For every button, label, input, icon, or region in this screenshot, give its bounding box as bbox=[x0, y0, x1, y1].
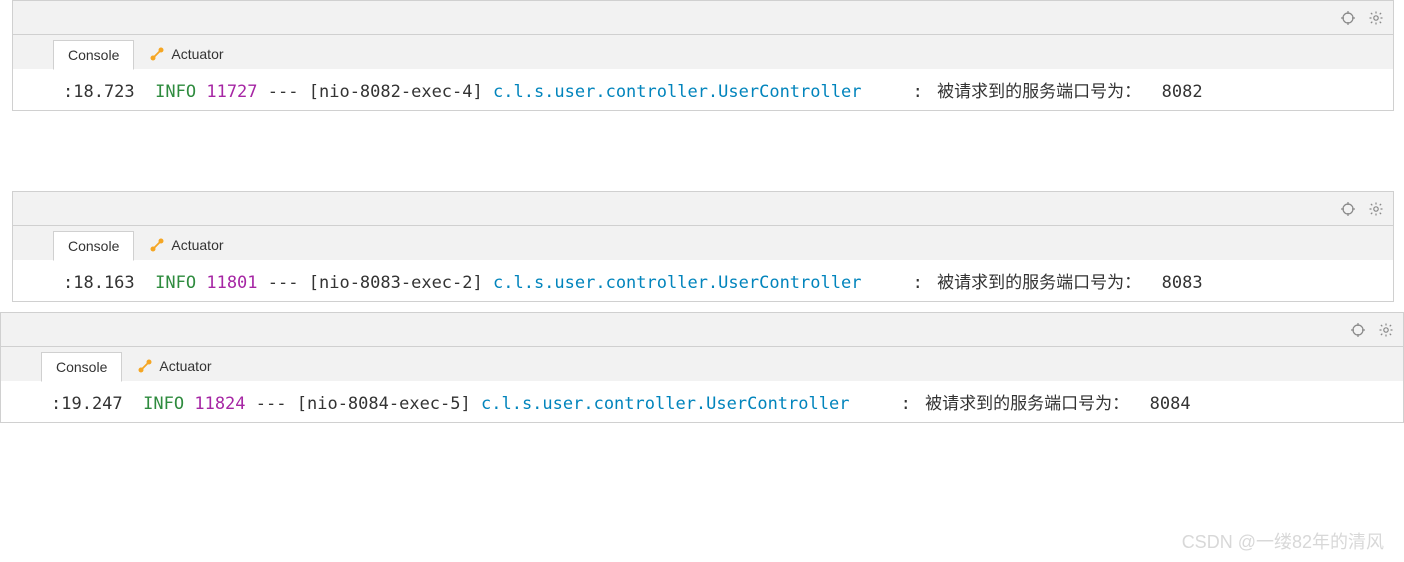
log-message: 被请求到的服务端口号为： bbox=[933, 77, 1141, 102]
tab-label: Console bbox=[68, 47, 119, 63]
tab-label: Actuator bbox=[171, 46, 223, 62]
tab-actuator[interactable]: Actuator bbox=[134, 230, 238, 260]
log-separator: --- bbox=[268, 273, 299, 293]
tab-actuator[interactable]: Actuator bbox=[134, 39, 238, 69]
log-pid: 11801 bbox=[206, 273, 257, 293]
tab-bar: Console Actuator bbox=[13, 226, 1393, 260]
log-line: :19.247 INFO 11824 --- [nio-8084-exec-5]… bbox=[1, 381, 1403, 422]
log-port: 8083 bbox=[1162, 273, 1203, 293]
log-logger: c.l.s.user.controller.UserController bbox=[493, 273, 861, 293]
actuator-icon bbox=[149, 46, 165, 62]
log-line: :18.163 INFO 11801 --- [nio-8083-exec-2]… bbox=[13, 260, 1393, 301]
panel-toolbar bbox=[13, 192, 1393, 226]
log-line: :18.723 INFO 11727 --- [nio-8082-exec-4]… bbox=[13, 69, 1393, 110]
crosshair-icon[interactable] bbox=[1349, 321, 1367, 339]
tab-label: Actuator bbox=[171, 237, 223, 253]
tab-console[interactable]: Console bbox=[41, 352, 122, 382]
log-logger: c.l.s.user.controller.UserController bbox=[493, 82, 861, 102]
log-message: 被请求到的服务端口号为： bbox=[933, 268, 1141, 293]
gear-icon[interactable] bbox=[1367, 9, 1385, 27]
log-level: INFO bbox=[143, 394, 184, 414]
tab-bar: Console Actuator bbox=[13, 35, 1393, 69]
actuator-icon bbox=[149, 237, 165, 253]
tab-label: Console bbox=[68, 238, 119, 254]
log-message: 被请求到的服务端口号为： bbox=[921, 389, 1129, 414]
log-port: 8082 bbox=[1162, 82, 1203, 102]
tab-label: Console bbox=[56, 359, 107, 375]
log-separator: --- bbox=[268, 82, 299, 102]
watermark: CSDN @一缕82年的清风 bbox=[1182, 528, 1384, 554]
panel-toolbar bbox=[13, 1, 1393, 35]
log-timestamp: :18.163 bbox=[63, 273, 135, 293]
panel-toolbar bbox=[1, 313, 1403, 347]
log-separator: --- bbox=[256, 394, 287, 414]
console-panel-3: Console Actuator :19.247 INFO 11824 --- … bbox=[0, 312, 1404, 423]
tab-bar: Console Actuator bbox=[1, 347, 1403, 381]
actuator-icon bbox=[137, 358, 153, 374]
console-panel-1: Console Actuator :18.723 INFO 11727 --- … bbox=[12, 0, 1394, 111]
log-pid: 11824 bbox=[194, 394, 245, 414]
log-timestamp: :19.247 bbox=[51, 394, 123, 414]
gear-icon[interactable] bbox=[1377, 321, 1395, 339]
log-colon: : bbox=[913, 82, 923, 102]
log-thread: [nio-8084-exec-5] bbox=[297, 394, 471, 414]
console-panel-2: Console Actuator :18.163 INFO 11801 --- … bbox=[12, 191, 1394, 302]
log-timestamp: :18.723 bbox=[63, 82, 135, 102]
log-pid: 11727 bbox=[206, 82, 257, 102]
log-level: INFO bbox=[155, 273, 196, 293]
gear-icon[interactable] bbox=[1367, 200, 1385, 218]
log-logger: c.l.s.user.controller.UserController bbox=[481, 394, 849, 414]
log-colon: : bbox=[901, 394, 911, 414]
crosshair-icon[interactable] bbox=[1339, 9, 1357, 27]
tab-actuator[interactable]: Actuator bbox=[122, 351, 226, 381]
tab-label: Actuator bbox=[159, 358, 211, 374]
log-colon: : bbox=[913, 273, 923, 293]
tab-console[interactable]: Console bbox=[53, 231, 134, 261]
log-port: 8084 bbox=[1150, 394, 1191, 414]
log-thread: [nio-8082-exec-4] bbox=[309, 82, 483, 102]
log-level: INFO bbox=[155, 82, 196, 102]
crosshair-icon[interactable] bbox=[1339, 200, 1357, 218]
log-thread: [nio-8083-exec-2] bbox=[309, 273, 483, 293]
tab-console[interactable]: Console bbox=[53, 40, 134, 70]
